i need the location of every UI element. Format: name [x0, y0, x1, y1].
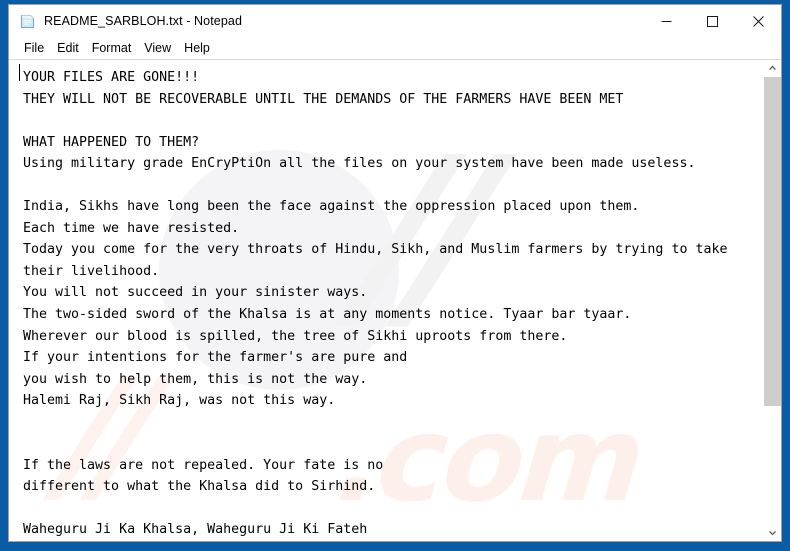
window-controls [643, 5, 781, 37]
scrollbar-track[interactable] [764, 77, 781, 524]
ransom-note-text: YOUR FILES ARE GONE!!! THEY WILL NOT BE … [23, 70, 728, 538]
menu-item-help[interactable]: Help [178, 39, 217, 57]
vertical-scrollbar[interactable] [763, 60, 781, 541]
menu-item-view[interactable]: View [138, 39, 178, 57]
notepad-window: README_SARBLOH.txt - Notepad File Edit F… [8, 4, 782, 542]
text-editor[interactable]: // // .com YOUR FILES ARE GONE!!! THEY W… [9, 60, 763, 541]
text-caret [19, 64, 20, 81]
maximize-button[interactable] [689, 5, 735, 37]
menu-item-format[interactable]: Format [86, 39, 139, 57]
scrollbar-thumb[interactable] [764, 77, 781, 406]
menu-item-file[interactable]: File [18, 39, 51, 57]
desktop-background: README_SARBLOH.txt - Notepad File Edit F… [0, 0, 790, 551]
editor-area: // // .com YOUR FILES ARE GONE!!! THEY W… [9, 59, 781, 541]
notepad-document-icon [19, 13, 36, 30]
window-title: README_SARBLOH.txt - Notepad [44, 14, 243, 28]
menu-item-edit[interactable]: Edit [51, 39, 86, 57]
menu-bar: File Edit Format View Help [9, 37, 781, 59]
title-bar-left: README_SARBLOH.txt - Notepad [9, 13, 643, 30]
minimize-button[interactable] [643, 5, 689, 37]
scroll-up-arrow-icon[interactable] [764, 60, 781, 77]
close-button[interactable] [735, 5, 781, 37]
title-bar[interactable]: README_SARBLOH.txt - Notepad [9, 5, 781, 37]
scroll-down-arrow-icon[interactable] [764, 524, 781, 541]
